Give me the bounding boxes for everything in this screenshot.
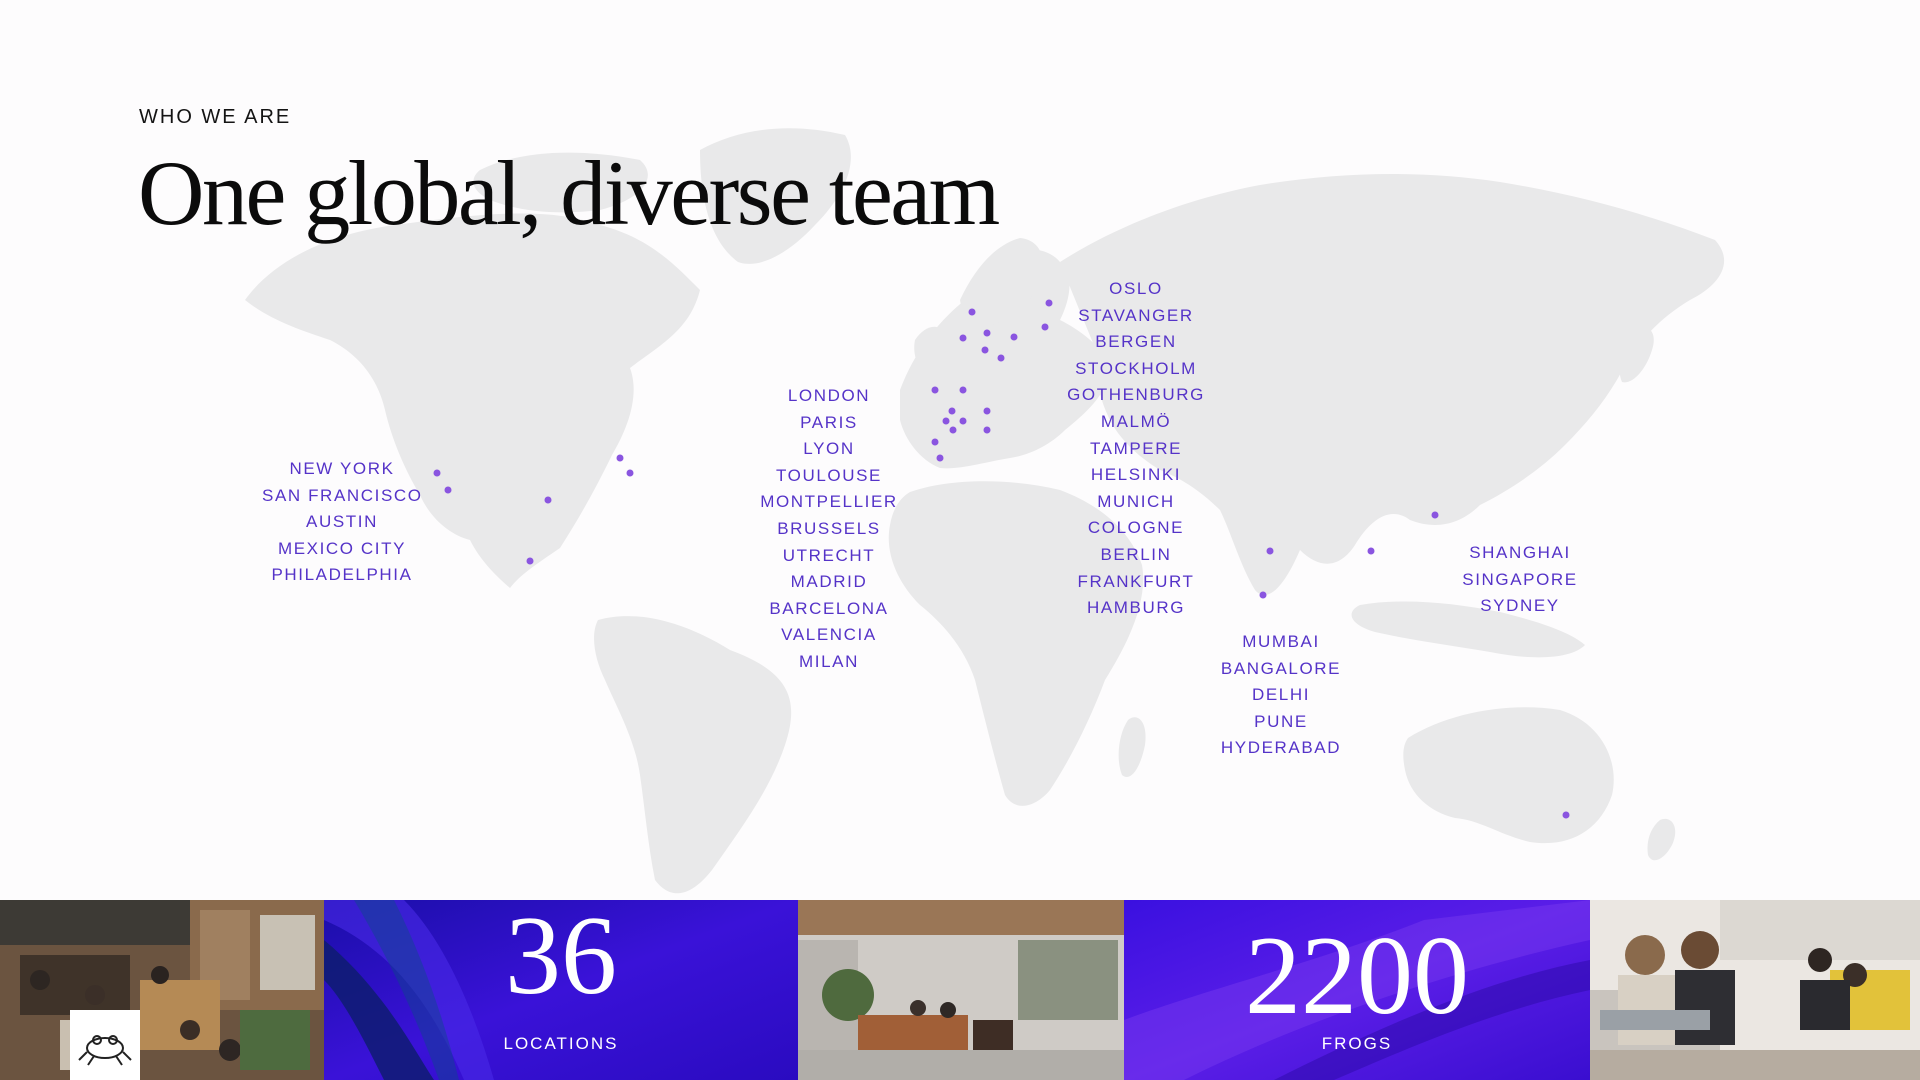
city-label: BERLIN	[1100, 544, 1172, 564]
location-dot-icon	[1045, 299, 1053, 307]
city-label: MEXICO CITY	[277, 538, 407, 558]
location-dot-icon	[983, 426, 991, 434]
city-label: AUSTIN	[306, 512, 378, 532]
location-dot-icon	[1266, 547, 1274, 555]
location-dot-icon	[1367, 547, 1375, 555]
continent-australia	[1403, 707, 1614, 844]
location-dot-icon	[1431, 511, 1439, 519]
city-label: HELSINKI	[1090, 465, 1182, 485]
location-dot-icon	[1562, 811, 1570, 819]
world-map	[0, 0, 1920, 900]
city-list-americas: NEW YORK SAN FRANCISCO AUSTIN MEXICO CIT…	[262, 456, 422, 589]
stat-panel-locations: 36 LOCATIONS	[324, 900, 798, 1080]
location-dot-icon	[968, 308, 976, 316]
city-label: LYON	[803, 439, 855, 459]
city-label: BRUSSELS	[777, 518, 881, 538]
city-label: MONTPELLIER	[760, 492, 898, 512]
stat-frogs-value: 2200	[1245, 914, 1469, 1038]
city-label: MADRID	[790, 572, 868, 592]
city-label: NEW YORK	[289, 459, 395, 478]
city-label: SAN FRANCISCO	[262, 485, 423, 505]
city-label: HYDERABAD	[1220, 738, 1342, 758]
location-dot-icon	[959, 417, 967, 425]
photo-office-overhead	[0, 900, 324, 1080]
city-label: BANGALORE	[1220, 658, 1342, 678]
frog-logo	[70, 1010, 140, 1080]
city-label: PUNE	[1254, 711, 1308, 731]
location-dot-icon	[981, 346, 989, 354]
location-dot-icon	[433, 469, 441, 477]
location-dot-icon	[1010, 333, 1018, 341]
location-dot-icon	[1259, 591, 1267, 599]
photo-stats-strip: 36 LOCATIONS 2200 FROGS	[0, 900, 1920, 1080]
stat-frogs-label: FROGS	[1321, 1034, 1393, 1053]
city-label: STOCKHOLM	[1075, 358, 1197, 378]
location-dot-icon	[983, 329, 991, 337]
city-label: GOTHENBURG	[1067, 385, 1205, 405]
location-dot-icon	[444, 486, 452, 494]
frog-logo-icon	[78, 1035, 132, 1066]
location-dot-icon	[544, 496, 552, 504]
stat-panel-frogs: 2200 FROGS	[1124, 900, 1590, 1080]
location-dot-icon	[931, 386, 939, 394]
location-dot-icon	[948, 407, 956, 415]
city-label: PHILADELPHIA	[271, 565, 413, 585]
location-dot-icon	[959, 334, 967, 342]
continent-new-zealand	[1647, 818, 1676, 861]
city-list-north-europe: OSLO STAVANGER BERGEN STOCKHOLM GOTHENBU…	[1056, 276, 1216, 622]
continent-madagascar	[1118, 717, 1146, 777]
city-list-india: MUMBAI BANGALORE DELHI PUNE HYDERABAD	[1201, 629, 1361, 762]
city-label: PARIS	[800, 412, 858, 432]
section-eyebrow: WHO WE ARE	[139, 106, 292, 128]
city-label: UTRECHT	[782, 545, 876, 565]
city-label: FRANKFURT	[1077, 571, 1195, 591]
city-label: SINGAPORE	[1462, 569, 1578, 589]
city-label: LONDON	[787, 386, 871, 405]
city-label: VALENCIA	[781, 625, 877, 645]
city-label: BARCELONA	[769, 598, 889, 618]
location-dot-icon	[936, 454, 944, 462]
page-title: One global, diverse team	[138, 142, 1000, 244]
location-dot-icon	[997, 354, 1005, 362]
location-dot-icon	[931, 438, 939, 446]
location-dot-icon	[949, 426, 957, 434]
city-label: DELHI	[1251, 685, 1311, 705]
city-label: STAVANGER	[1078, 305, 1194, 325]
stat-locations-label: LOCATIONS	[503, 1034, 619, 1053]
location-dot-icon	[526, 557, 534, 565]
city-label: MUMBAI	[1242, 632, 1320, 651]
city-label: MUNICH	[1097, 491, 1175, 511]
city-label: COLOGNE	[1087, 518, 1185, 538]
location-dot-icon	[626, 469, 634, 477]
city-label: BERGEN	[1095, 332, 1177, 352]
city-label: SYDNEY	[1480, 596, 1560, 616]
city-label: HAMBURG	[1086, 598, 1186, 618]
city-label: SHANGHAI	[1469, 543, 1571, 562]
city-list-asia-pacific: SHANGHAI SINGAPORE SYDNEY	[1440, 540, 1600, 620]
location-dot-icon	[942, 417, 950, 425]
world-map-graphic	[245, 128, 1725, 894]
stat-locations-value: 36	[505, 900, 617, 1018]
city-label: MILAN	[799, 651, 859, 671]
location-dot-icon	[1041, 323, 1049, 331]
photo-team-laptops	[1590, 900, 1920, 1080]
photo-lounge	[798, 900, 1124, 1080]
location-dot-icon	[616, 454, 624, 462]
city-label: OSLO	[1109, 279, 1163, 298]
location-dot-icon	[959, 386, 967, 394]
city-label: MALMÖ	[1100, 411, 1172, 431]
city-label: TOULOUSE	[775, 465, 882, 485]
city-label: TAMPERE	[1089, 438, 1183, 458]
city-list-west-europe: LONDON PARIS LYON TOULOUSE MONTPELLIER B…	[749, 383, 909, 676]
location-dot-icon	[983, 407, 991, 415]
